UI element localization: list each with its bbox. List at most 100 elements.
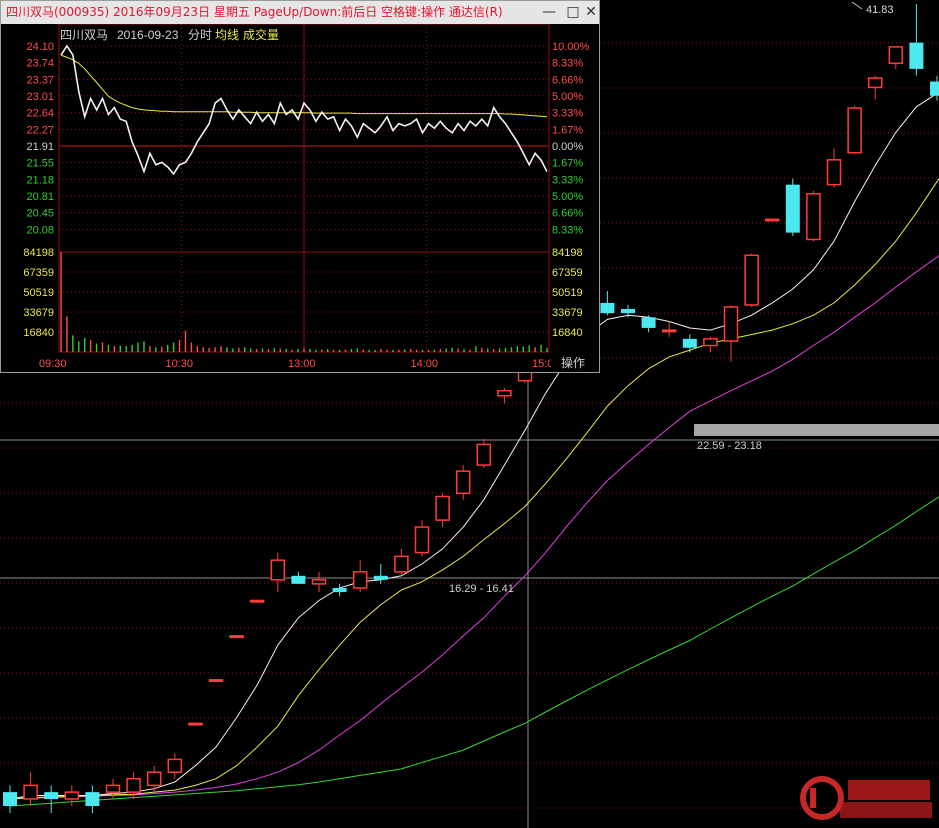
candle-body: [352, 571, 368, 589]
intraday-chart[interactable]: 四川双马 2016-09-23 分时 均线 成交量 24.10 10.00% 23.…: [1, 24, 599, 372]
pct-tick-label: 0.00%: [552, 141, 583, 153]
max-price-label: 41.83: [866, 4, 894, 16]
candle-body: [249, 599, 265, 603]
price-tick-label: 23.01: [26, 91, 54, 103]
maximize-button[interactable]: □: [565, 4, 581, 20]
candle: [373, 564, 388, 584]
candle-body: [85, 792, 100, 806]
candle: [85, 785, 100, 814]
candle-body: [167, 758, 183, 773]
max-price-marker: [851, 1, 863, 10]
candle-body: [806, 193, 821, 241]
upper-price-band: [694, 424, 939, 436]
price-tick-label: 20.45: [26, 208, 54, 220]
candle: [249, 599, 265, 603]
candle-body: [661, 329, 677, 333]
pct-tick-label: 1.67%: [552, 125, 583, 137]
intraday-popup-window[interactable]: 四川双马(000935) 2016年09月23日 星期五 PageUp/Down…: [0, 0, 600, 373]
volume-tick-label: 50519: [23, 287, 54, 299]
candle: [455, 465, 471, 500]
price-tick-label: 21.55: [26, 157, 54, 169]
pct-tick-label: 8.33%: [552, 57, 583, 69]
candle-body: [826, 159, 842, 186]
price-tick-label: 21.91: [26, 141, 54, 153]
candle: [682, 334, 697, 353]
chart-mode: 分时: [188, 28, 212, 42]
candle-body: [497, 389, 512, 397]
candle: [764, 218, 780, 222]
pct-tick-label: 5.00%: [552, 91, 583, 103]
candle: [291, 571, 306, 584]
candle: [414, 520, 430, 557]
candle: [64, 785, 80, 806]
candle-body: [888, 46, 904, 65]
candle: [723, 304, 739, 362]
candle: [146, 765, 162, 793]
candle-body: [703, 338, 718, 347]
candle-body: [126, 777, 141, 793]
pct-tick-label: 5.00%: [552, 191, 583, 203]
candle-body: [291, 575, 306, 584]
operate-label[interactable]: 操作: [561, 355, 585, 370]
volume-tick-label: 67359: [23, 267, 54, 279]
candle-body: [3, 792, 17, 806]
candle-body: [229, 635, 244, 639]
price-tick-label: 23.74: [26, 57, 54, 69]
candle: [497, 388, 512, 404]
candle-body: [847, 107, 862, 154]
upper-band-label: 22.59 - 23.18: [697, 440, 762, 452]
intraday-gridlines: [58, 24, 550, 353]
candle-body: [785, 184, 800, 233]
pct-tick-label: 3.33%: [552, 174, 583, 186]
close-button[interactable]: ✕: [583, 4, 599, 20]
popup-title-bar[interactable]: 四川双马(000935) 2016年09月23日 星期五 PageUp/Down…: [1, 1, 599, 24]
legend-avg: 均线: [215, 28, 239, 42]
chart-date: 2016-09-23: [117, 28, 179, 42]
time-tick-label: 14:00: [411, 358, 439, 370]
volume-tick-label: 33679: [552, 307, 583, 319]
ma60-line: [9, 496, 939, 807]
candle-body: [332, 587, 347, 593]
candle-body: [435, 495, 450, 521]
candle-body: [414, 526, 430, 554]
candle-body: [764, 218, 780, 222]
price-tick-label: 22.64: [26, 108, 54, 120]
candle: [600, 290, 615, 316]
minimize-button[interactable]: —: [541, 4, 557, 20]
candle-body: [476, 443, 492, 466]
candle-body: [744, 254, 759, 306]
candle-body: [23, 784, 38, 800]
pct-tick-label: 6.66%: [552, 74, 583, 86]
candle: [867, 75, 883, 100]
pct-tick-label: 6.66%: [552, 208, 583, 220]
pct-tick-label: 1.67%: [552, 157, 583, 169]
candle: [806, 190, 821, 242]
volume-tick-label: 16840: [23, 327, 54, 339]
price-tick-label: 21.18: [26, 174, 54, 186]
candle: [394, 548, 409, 576]
candle: [847, 105, 862, 155]
candle-body: [270, 559, 286, 581]
price-tick-label: 23.37: [26, 74, 54, 86]
candle: [3, 785, 17, 814]
candle-body: [188, 722, 203, 726]
candle: [826, 148, 842, 188]
candle: [332, 583, 347, 597]
price-tick-label: 22.27: [26, 125, 54, 137]
candle: [703, 336, 718, 353]
candle: [352, 560, 368, 593]
pct-tick-label: 3.33%: [552, 108, 583, 120]
candle-body: [641, 317, 656, 328]
candle: [909, 4, 924, 76]
price-tick-label: 20.81: [26, 191, 54, 203]
candle: [167, 753, 183, 779]
candle-body: [867, 77, 883, 89]
candle-body: [930, 81, 939, 96]
candle-body: [208, 679, 224, 683]
price-tick-label: 24.10: [26, 41, 54, 53]
candle: [44, 785, 59, 814]
candle-body: [909, 42, 924, 69]
volume-tick-label: 67359: [552, 267, 583, 279]
candle: [641, 315, 656, 333]
candle: [888, 46, 904, 69]
